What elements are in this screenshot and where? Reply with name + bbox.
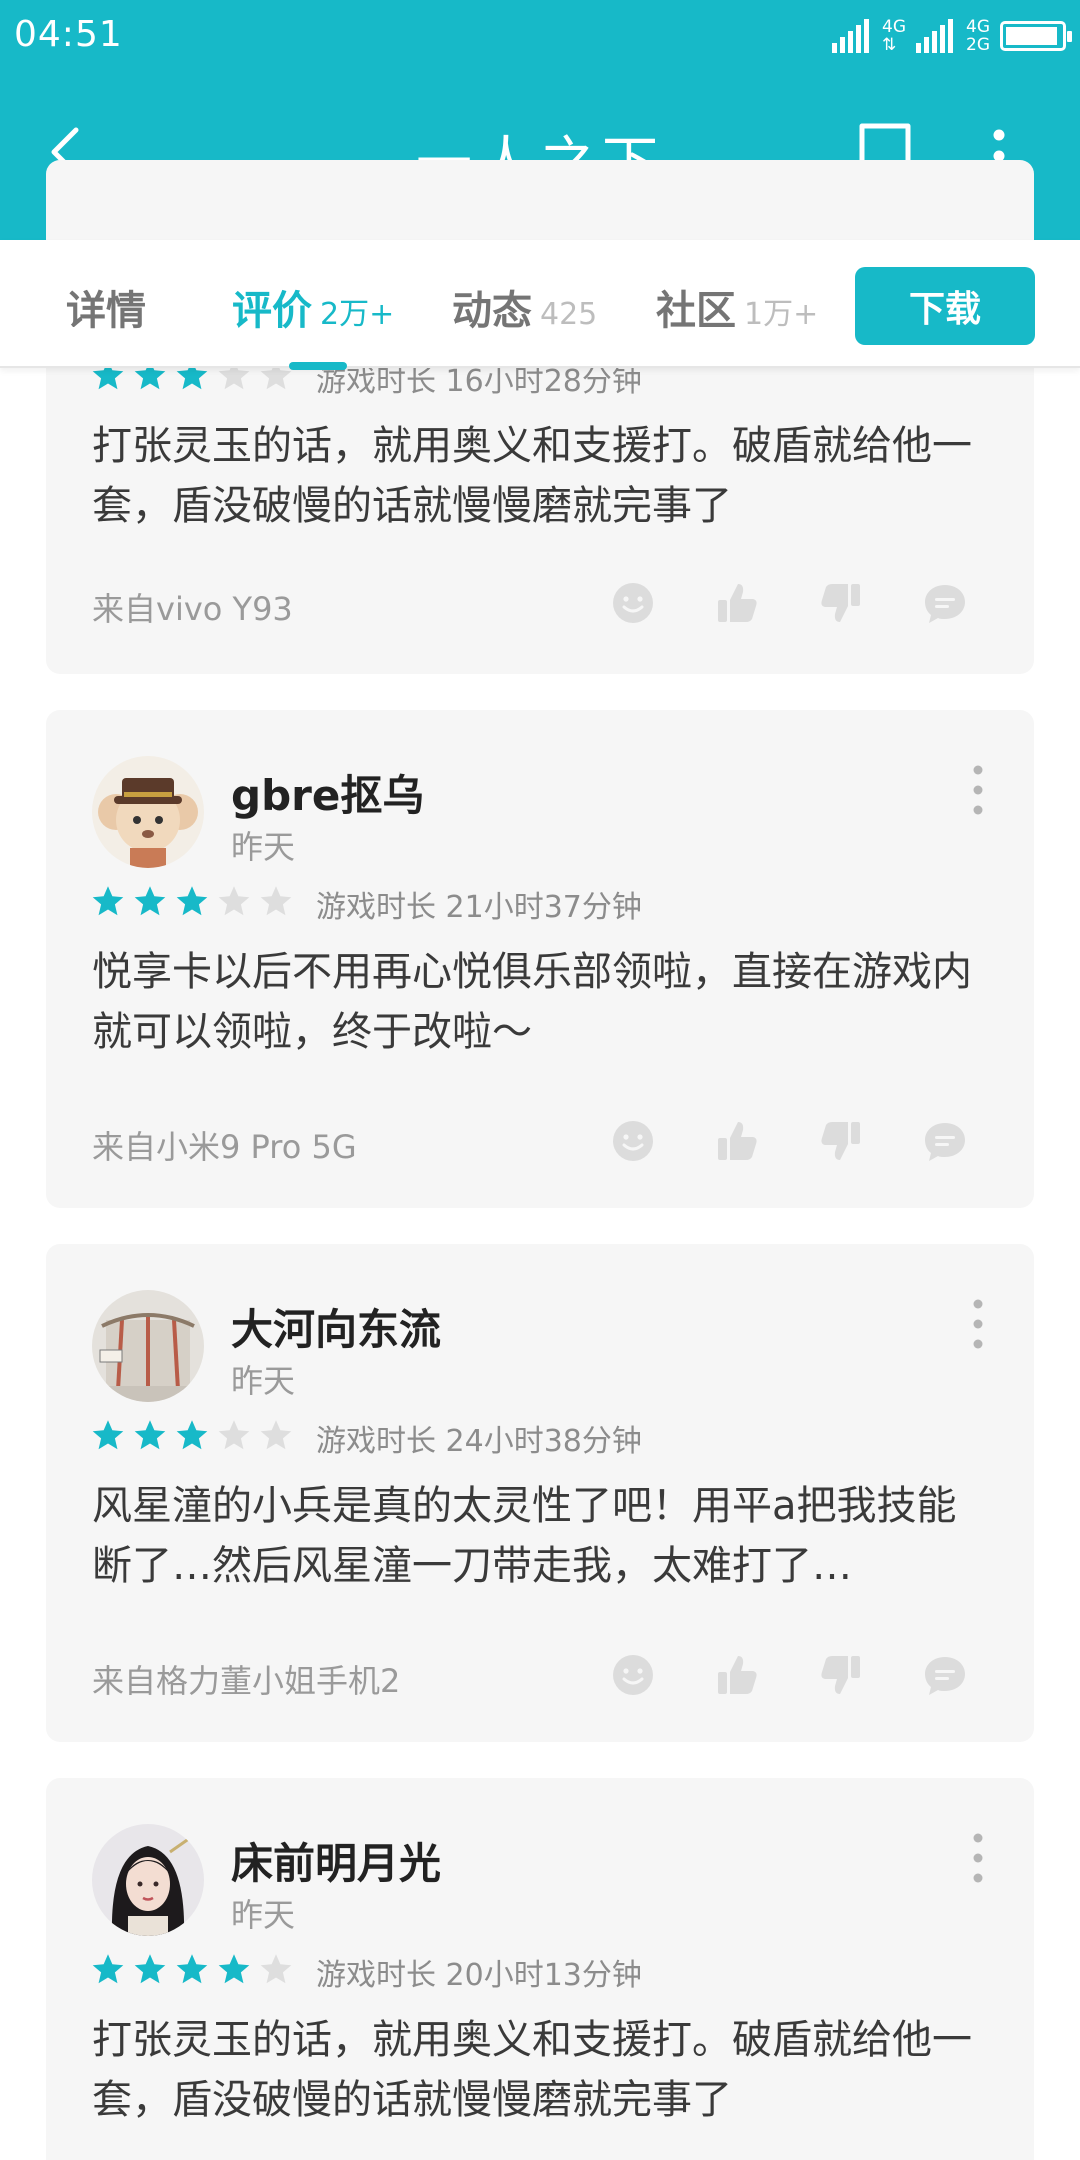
more-options-icon[interactable] <box>966 1830 990 1886</box>
comment-icon[interactable] <box>922 1652 968 1698</box>
star-empty-icon <box>218 886 250 916</box>
star-filled-icon <box>134 1420 166 1450</box>
rating-stars <box>90 884 294 920</box>
thumbs-down-icon[interactable] <box>818 1118 864 1164</box>
screen: 04:51 4G ⇅ 4G 2G 详情 评价 2万+ 动态 425 社区 1万+… <box>0 0 1080 2160</box>
tab-indicator <box>289 362 347 370</box>
device-label: 来自格力董小姐手机2 <box>92 1662 401 1700</box>
star-filled-icon <box>134 886 166 916</box>
review-text: 风星潼的小兵是真的太灵性了吧！用平a把我技能断了…然后风星潼一刀带走我，太难打了… <box>92 1483 957 1589</box>
username[interactable]: 床前明月光 <box>231 1830 441 1891</box>
avatar[interactable] <box>92 1824 204 1936</box>
data-arrows-icon: ⇅ <box>882 35 897 55</box>
review-card: 大河向东流 昨天 游戏时长 24小时38分钟 风星潼的小兵是真的太灵性了吧！用平… <box>46 1244 1034 1742</box>
battery-icon <box>1000 21 1072 51</box>
emoji-reaction-icon[interactable] <box>610 1652 656 1698</box>
star-filled-icon <box>92 1954 124 1984</box>
comment-icon[interactable] <box>922 580 968 626</box>
avatar[interactable] <box>92 1290 204 1402</box>
review-card: gbre抠乌 昨天 游戏时长 21小时37分钟 悦享卡以后不用再心悦俱乐部领啦，… <box>46 710 1034 1208</box>
review-actions <box>610 580 968 626</box>
emoji-reaction-icon[interactable] <box>610 580 656 626</box>
star-filled-icon <box>176 1954 208 1984</box>
review-text: 悦享卡以后不用再心悦俱乐部领啦，直接在游戏内就可以领啦，终于改啦～ <box>92 949 972 1055</box>
status-icons: 4G ⇅ 4G 2G <box>832 14 1072 58</box>
network-type-2: 4G 2G <box>966 17 990 55</box>
username[interactable]: gbre抠乌 <box>231 762 424 823</box>
star-filled-icon <box>218 1954 250 1984</box>
star-filled-icon <box>134 1954 166 1984</box>
thumbs-up-icon[interactable] <box>714 1118 760 1164</box>
device-label: 来自vivo Y93 <box>92 590 293 628</box>
thumbs-down-icon[interactable] <box>818 1652 864 1698</box>
network-type-1: 4G ⇅ <box>882 17 906 55</box>
more-options-icon[interactable] <box>966 1296 990 1352</box>
thumbs-up-icon[interactable] <box>714 1652 760 1698</box>
tab-activity-count: 425 <box>540 297 598 332</box>
star-empty-icon <box>260 1954 292 1984</box>
playtime: 游戏时长 20小时13分钟 <box>316 1958 642 1993</box>
review-date: 昨天 <box>231 1896 296 1934</box>
review-card: 床前明月光 昨天 游戏时长 20小时13分钟 打张灵玉的话，就用奥义和支援打。破… <box>46 1778 1034 2160</box>
device-label: 来自小米9 Pro 5G <box>92 1128 357 1166</box>
review-date: 昨天 <box>231 828 296 866</box>
star-filled-icon <box>176 1420 208 1450</box>
more-options-icon[interactable] <box>966 762 990 818</box>
playtime: 游戏时长 21小时37分钟 <box>316 890 642 925</box>
tab-community[interactable]: 社区 1万+ <box>656 278 818 338</box>
review-text: 打张灵玉的话，就用奥义和支援打。破盾就给他一套，盾没破慢的话就慢慢磨就完事了 <box>92 423 972 529</box>
thumbs-down-icon[interactable] <box>818 580 864 626</box>
star-empty-icon <box>260 886 292 916</box>
tab-reviews[interactable]: 评价 2万+ <box>232 278 394 338</box>
battery-fill <box>1006 27 1058 45</box>
tab-details[interactable]: 详情 <box>66 278 146 338</box>
avatar[interactable] <box>92 756 204 868</box>
status-bar: 04:51 4G ⇅ 4G 2G <box>0 0 1080 72</box>
playtime: 游戏时长 24小时38分钟 <box>316 1424 642 1459</box>
star-filled-icon <box>92 1420 124 1450</box>
status-time: 04:51 <box>14 14 123 55</box>
signal-icon-2 <box>916 19 953 53</box>
tab-reviews-count: 2万+ <box>320 297 395 332</box>
emoji-reaction-icon[interactable] <box>610 1118 656 1164</box>
review-actions <box>610 1118 968 1164</box>
tab-activity[interactable]: 动态 425 <box>452 278 597 338</box>
review-date: 昨天 <box>231 1362 296 1400</box>
review-card: 游戏时长 16小时28分钟 打张灵玉的话，就用奥义和支援打。破盾就给他一套，盾没… <box>46 160 1034 674</box>
signal-icon <box>832 19 869 53</box>
review-actions <box>610 1652 968 1698</box>
download-button[interactable]: 下载 <box>855 267 1035 345</box>
tab-community-count: 1万+ <box>744 297 819 332</box>
rating-stars <box>90 1418 294 1454</box>
rating-stars <box>90 1952 294 1988</box>
star-empty-icon <box>218 1420 250 1450</box>
thumbs-up-icon[interactable] <box>714 580 760 626</box>
star-filled-icon <box>176 886 208 916</box>
tab-bar: 详情 评价 2万+ 动态 425 社区 1万+ 下载 <box>0 240 1080 370</box>
comment-icon[interactable] <box>922 1118 968 1164</box>
star-filled-icon <box>92 886 124 916</box>
star-empty-icon <box>260 1420 292 1450</box>
review-text: 打张灵玉的话，就用奥义和支援打。破盾就给他一套，盾没破慢的话就慢慢磨就完事了 <box>92 2017 972 2123</box>
username[interactable]: 大河向东流 <box>231 1296 441 1357</box>
